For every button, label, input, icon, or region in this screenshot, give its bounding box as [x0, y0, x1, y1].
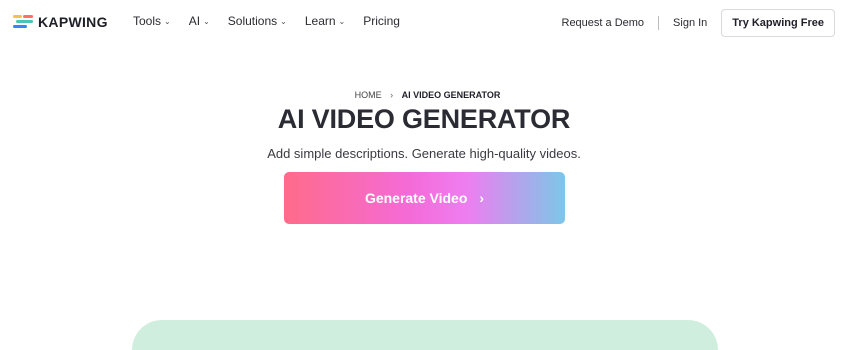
kapwing-logo-icon — [13, 15, 33, 29]
chevron-right-icon: › — [479, 190, 485, 206]
chevron-down-icon: ⌄ — [280, 16, 287, 26]
logo[interactable]: KAPWING — [13, 13, 108, 31]
menu-item-pricing[interactable]: Pricing — [363, 14, 400, 28]
nav-actions: Request a Demo Sign In Try Kapwing Free — [562, 9, 835, 37]
menu-item-label: AI — [188, 14, 201, 28]
chevron-down-icon: ⌄ — [164, 16, 171, 26]
breadcrumb: HOME › AI VIDEO GENERATOR — [0, 90, 855, 100]
breadcrumb-current: AI VIDEO GENERATOR — [401, 90, 501, 100]
chevron-down-icon: ⌄ — [338, 16, 346, 26]
menu-item-label: Tools — [133, 14, 162, 28]
menu-item-label: Solutions — [227, 14, 278, 28]
chevron-down-icon: ⌄ — [203, 16, 210, 26]
request-demo-link[interactable]: Request a Demo — [562, 17, 645, 29]
menu-item-solutions[interactable]: Solutions ⌄ — [228, 14, 287, 28]
breadcrumb-home[interactable]: HOME — [355, 90, 382, 100]
page-subtitle: Add simple descriptions. Generate high-q… — [267, 146, 581, 161]
logo-text: KAPWING — [38, 14, 108, 30]
nav-divider — [658, 16, 660, 30]
try-kapwing-free-button[interactable]: Try Kapwing Free — [721, 9, 835, 37]
menu-item-tools[interactable]: Tools ⌄ — [133, 14, 171, 28]
menu-item-ai[interactable]: AI ⌄ — [189, 14, 210, 28]
menu-item-label: Pricing — [363, 14, 400, 28]
sign-in-link[interactable]: Sign In — [673, 17, 707, 29]
menu-item-learn[interactable]: Learn ⌄ — [305, 14, 345, 28]
main-menu: Tools ⌄ AI ⌄ Solutions ⌄ Learn ⌄ Pricing — [133, 14, 418, 28]
generate-video-button[interactable]: Generate Video › — [284, 172, 565, 224]
menu-item-label: Learn — [304, 14, 336, 28]
breadcrumb-separator-icon: › — [390, 90, 394, 100]
content-band — [132, 320, 718, 350]
top-nav: KAPWING Tools ⌄ AI ⌄ Solutions ⌄ Learn ⌄… — [0, 0, 855, 44]
generate-video-label: Generate Video — [364, 190, 468, 206]
page-title: AI VIDEO GENERATOR — [277, 104, 571, 134]
